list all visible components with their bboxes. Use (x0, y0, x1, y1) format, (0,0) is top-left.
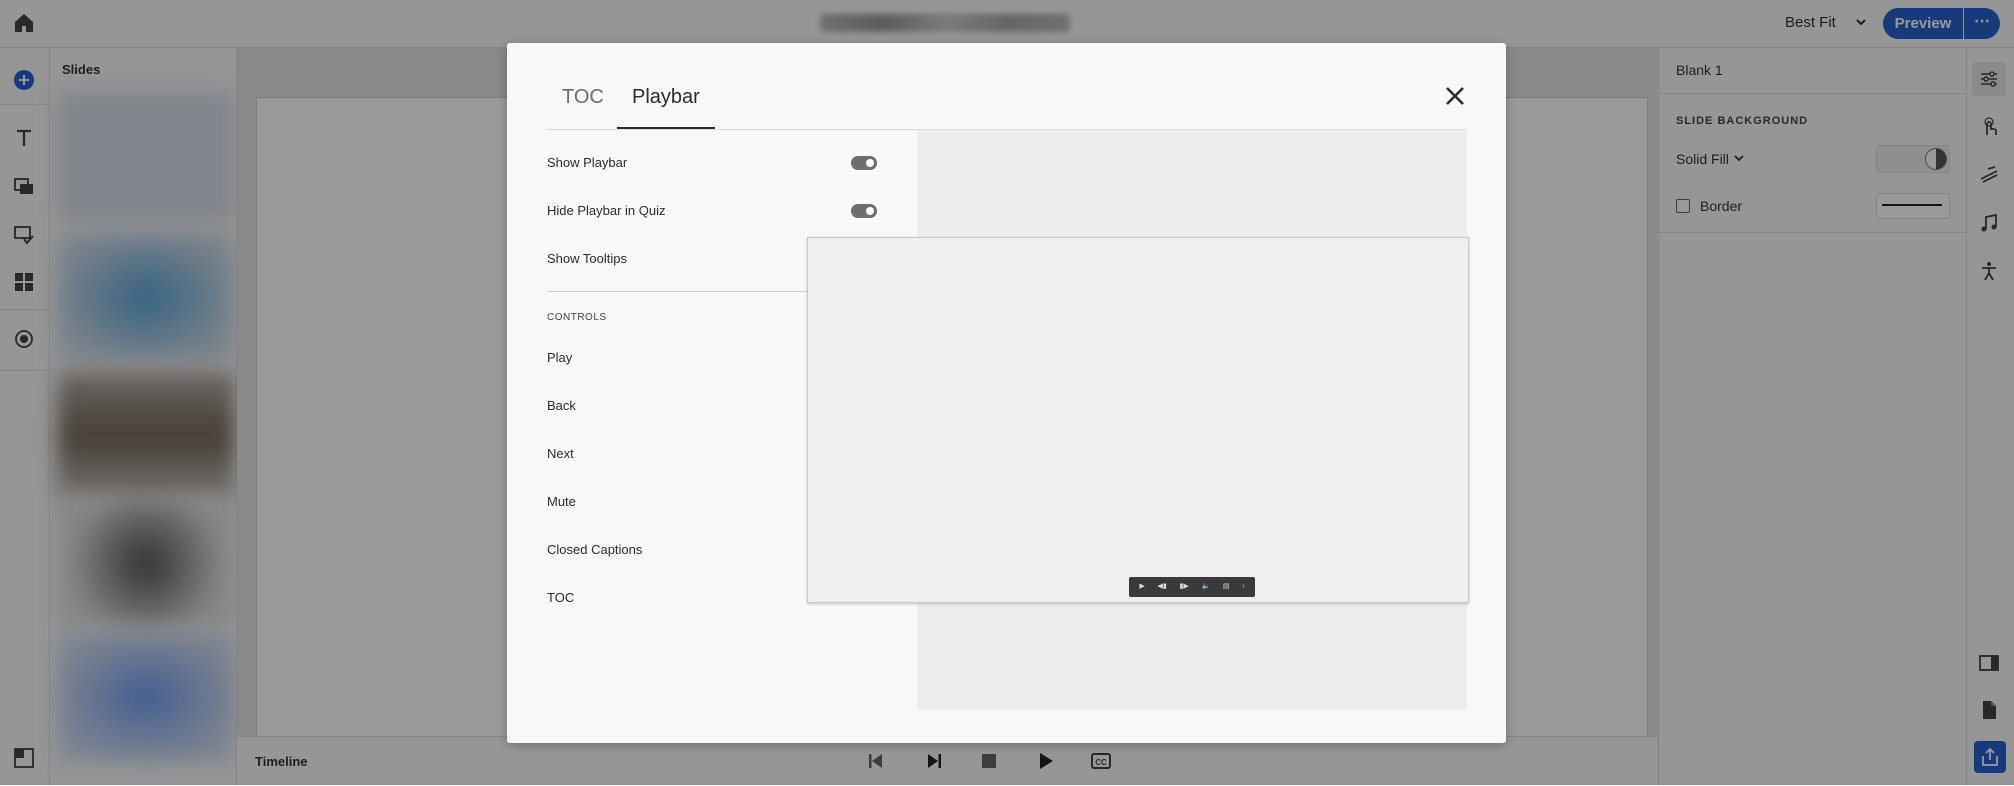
show-playbar-toggle[interactable] (851, 156, 877, 170)
show-playbar-label: Show Playbar (547, 155, 628, 170)
tab-playbar[interactable]: Playbar (632, 86, 700, 109)
control-closed-captions-label: Closed Captions (547, 542, 643, 557)
play-icon: ▶ (1139, 583, 1145, 590)
captions-icon: ▤ (1222, 583, 1230, 590)
next-icon: ▮▶ (1179, 583, 1189, 590)
playbar-preview-slide (807, 237, 1469, 603)
playbar-preview: ▶ ◀▮ ▮▶ 🔈 ▤ ‹ (1129, 577, 1255, 597)
control-back-label: Back (547, 398, 576, 413)
toc-icon: ‹ (1242, 583, 1245, 590)
back-icon: ◀▮ (1157, 583, 1167, 590)
hide-playbar-in-quiz-toggle[interactable] (851, 204, 877, 218)
control-play-label: Play (547, 350, 573, 365)
controls-section-label: CONTROLS (547, 312, 607, 323)
divider (547, 291, 807, 292)
control-next-label: Next (547, 446, 574, 461)
show-tooltips-label: Show Tooltips (547, 251, 627, 266)
close-icon[interactable] (1444, 85, 1466, 107)
mute-icon: 🔈 (1201, 583, 1211, 590)
tab-toc[interactable]: TOC (562, 86, 604, 109)
active-tab-indicator (617, 127, 715, 129)
hide-playbar-in-quiz-label: Hide Playbar in Quiz (547, 203, 666, 218)
control-toc-label: TOC (547, 590, 575, 605)
control-mute-label: Mute (547, 494, 576, 509)
